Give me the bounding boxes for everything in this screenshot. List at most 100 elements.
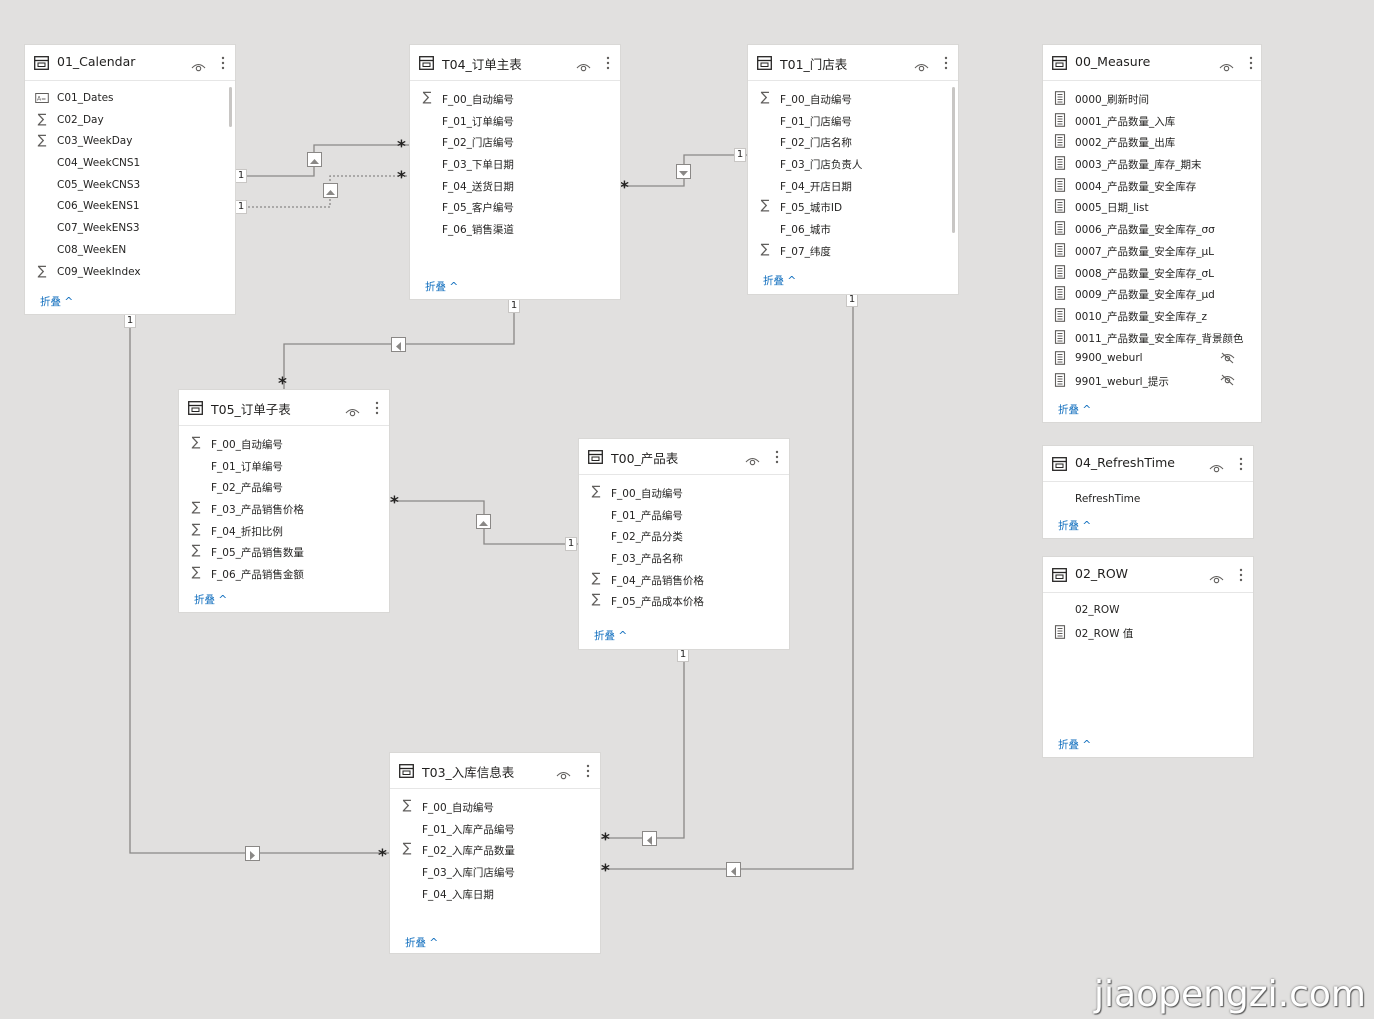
scrollbar[interactable] xyxy=(229,87,232,127)
collapse-link[interactable]: 折叠 ^ xyxy=(425,279,458,294)
field-row[interactable]: ∑ F_05_产品成本价格 xyxy=(579,591,789,613)
collapse-link[interactable]: 折叠 ^ xyxy=(1058,518,1091,533)
field-row[interactable]: ∑ F_00_自动编号 xyxy=(748,89,958,111)
field-row[interactable]: ∑ F_00_自动编号 xyxy=(179,434,389,456)
field-row[interactable]: F_01_订单编号 xyxy=(179,456,389,478)
field-row[interactable]: F_03_入库门店编号 xyxy=(390,862,600,884)
field-row[interactable]: F_01_产品编号 xyxy=(579,505,789,527)
field-row[interactable]: C07_WeekENS3 xyxy=(25,219,235,241)
collapse-link[interactable]: 折叠 ^ xyxy=(1058,402,1091,417)
field-row[interactable]: F_05_客户编号 xyxy=(410,197,620,219)
field-row[interactable]: F_02_门店编号 xyxy=(410,132,620,154)
more-options-icon[interactable] xyxy=(1239,567,1243,583)
table-header[interactable]: 00_Measure xyxy=(1043,45,1261,81)
filter-direction-up-icon[interactable] xyxy=(308,153,321,166)
field-row[interactable]: C08_WeekEN xyxy=(25,241,235,263)
table-card-calendar[interactable]: 01_Calendar A= C01_Dates ∑ C02_Day ∑ C03_WeekD… xyxy=(25,45,235,314)
field-row[interactable]: 0000_刷新时间 xyxy=(1043,89,1261,111)
visibility-eye-icon[interactable] xyxy=(914,58,929,72)
field-row[interactable]: 0004_产品数量_安全库存 xyxy=(1043,176,1261,198)
table-card-product[interactable]: T00_产品表 ∑ F_00_自动编号 F_01_产品编号 F_02_产品分类 F_03_… xyxy=(579,439,789,649)
field-row[interactable]: ∑ C02_Day xyxy=(25,111,235,133)
field-row[interactable]: F_04_送货日期 xyxy=(410,176,620,198)
field-row[interactable]: 0002_产品数量_出库 xyxy=(1043,132,1261,154)
table-card-row[interactable]: 02_ROW 02_ROW 02_ROW 值折叠 ^ xyxy=(1043,557,1253,757)
filter-direction-right-icon[interactable] xyxy=(246,847,259,860)
field-row[interactable]: F_04_开店日期 xyxy=(748,176,958,198)
collapse-link[interactable]: 折叠 ^ xyxy=(763,273,796,288)
field-row[interactable]: 0007_产品数量_安全库存_μL xyxy=(1043,241,1261,263)
field-row[interactable]: RefreshTime xyxy=(1043,490,1253,512)
more-options-icon[interactable] xyxy=(944,55,948,71)
visibility-eye-icon[interactable] xyxy=(745,452,760,466)
table-header[interactable]: 04_RefreshTime xyxy=(1043,446,1253,482)
field-row[interactable]: 0001_产品数量_入库 xyxy=(1043,111,1261,133)
field-row[interactable]: ∑ F_00_自动编号 xyxy=(410,89,620,111)
table-card-store[interactable]: T01_门店表 ∑ F_00_自动编号 F_01_门店编号 F_02_门店名称 F_03_… xyxy=(748,45,958,294)
field-row[interactable]: F_01_订单编号 xyxy=(410,111,620,133)
visibility-eye-icon[interactable] xyxy=(556,766,571,780)
field-row[interactable]: 9900_weburl xyxy=(1043,349,1261,371)
field-row[interactable]: F_02_产品编号 xyxy=(179,477,389,499)
field-row[interactable]: 0009_产品数量_安全库存_μd xyxy=(1043,284,1261,306)
visibility-eye-icon[interactable] xyxy=(191,58,206,72)
field-row[interactable]: ∑ F_06_产品销售金额 xyxy=(179,564,389,586)
table-header[interactable]: T04_订单主表 xyxy=(410,45,620,81)
table-header[interactable]: T01_门店表 xyxy=(748,45,958,81)
more-options-icon[interactable] xyxy=(1239,456,1243,472)
field-row[interactable]: 02_ROW 值 xyxy=(1043,623,1253,645)
filter-direction-left-icon[interactable] xyxy=(643,832,656,845)
field-row[interactable]: F_06_销售渠道 xyxy=(410,219,620,241)
table-card-order-main[interactable]: T04_订单主表 ∑ F_00_自动编号 F_01_订单编号 F_02_门店编号 F_03… xyxy=(410,45,620,299)
collapse-link[interactable]: 折叠 ^ xyxy=(194,592,227,607)
field-row[interactable]: 02_ROW xyxy=(1043,601,1253,623)
field-row[interactable]: ∑ F_05_城市ID xyxy=(748,197,958,219)
field-row[interactable]: F_04_入库日期 xyxy=(390,884,600,906)
field-row[interactable]: ∑ F_00_自动编号 xyxy=(390,797,600,819)
more-options-icon[interactable] xyxy=(775,449,779,465)
more-options-icon[interactable] xyxy=(1249,55,1253,71)
field-row[interactable]: ∑ F_04_产品销售价格 xyxy=(579,570,789,592)
field-row[interactable]: ∑ F_04_折扣比例 xyxy=(179,521,389,543)
field-row[interactable]: 0006_产品数量_安全库存_σσ xyxy=(1043,219,1261,241)
field-row[interactable]: C05_WeekCNS3 xyxy=(25,176,235,198)
field-row[interactable]: 9901_weburl_提示 xyxy=(1043,371,1261,393)
field-row[interactable]: ∑ F_02_入库产品数量 xyxy=(390,840,600,862)
field-row[interactable]: ∑ F_03_产品销售价格 xyxy=(179,499,389,521)
table-header[interactable]: T03_入库信息表 xyxy=(390,753,600,789)
field-row[interactable]: F_01_门店编号 xyxy=(748,111,958,133)
collapse-link[interactable]: 折叠 ^ xyxy=(405,935,438,950)
field-row[interactable]: ∑ F_00_自动编号 xyxy=(579,483,789,505)
field-row[interactable]: ∑ C09_WeekIndex xyxy=(25,263,235,285)
table-header[interactable]: 02_ROW xyxy=(1043,557,1253,593)
table-card-measure[interactable]: 00_Measure 0000_刷新时间 0001_产品数量_入库 0002_产品数量… xyxy=(1043,45,1261,422)
more-options-icon[interactable] xyxy=(221,55,225,71)
filter-direction-up-icon[interactable] xyxy=(324,184,337,197)
field-row[interactable]: 0011_产品数量_安全库存_背景颜色 xyxy=(1043,328,1261,350)
table-header[interactable]: T00_产品表 xyxy=(579,439,789,475)
field-row[interactable]: C04_WeekCNS1 xyxy=(25,154,235,176)
more-options-icon[interactable] xyxy=(606,55,610,71)
table-header[interactable]: T05_订单子表 xyxy=(179,390,389,426)
scrollbar[interactable] xyxy=(952,87,955,233)
field-row[interactable]: 0008_产品数量_安全库存_σL xyxy=(1043,263,1261,285)
field-row[interactable]: F_03_门店负责人 xyxy=(748,154,958,176)
collapse-link[interactable]: 折叠 ^ xyxy=(40,294,73,309)
hidden-eye-icon[interactable] xyxy=(1220,374,1235,386)
filter-direction-left-icon[interactable] xyxy=(392,338,405,351)
collapse-link[interactable]: 折叠 ^ xyxy=(594,628,627,643)
table-header[interactable]: 01_Calendar xyxy=(25,45,235,81)
visibility-eye-icon[interactable] xyxy=(1209,570,1224,584)
more-options-icon[interactable] xyxy=(375,400,379,416)
field-row[interactable]: F_02_门店名称 xyxy=(748,132,958,154)
visibility-eye-icon[interactable] xyxy=(576,58,591,72)
filter-direction-down-icon[interactable] xyxy=(677,165,690,178)
field-row[interactable]: A= C01_Dates xyxy=(25,89,235,111)
model-canvas[interactable]: 1 * 1 * 1 * 1 * 1 * 1 * 1 * 1 * 01_Calen… xyxy=(0,0,1374,1019)
collapse-link[interactable]: 折叠 ^ xyxy=(1058,737,1091,752)
table-card-refresh[interactable]: 04_RefreshTime RefreshTime 折叠 ^ xyxy=(1043,446,1253,538)
hidden-eye-icon[interactable] xyxy=(1220,352,1235,364)
field-row[interactable]: 0010_产品数量_安全库存_z xyxy=(1043,306,1261,328)
field-row[interactable]: 0003_产品数量_库存_期末 xyxy=(1043,154,1261,176)
field-row[interactable]: F_01_入库产品编号 xyxy=(390,819,600,841)
